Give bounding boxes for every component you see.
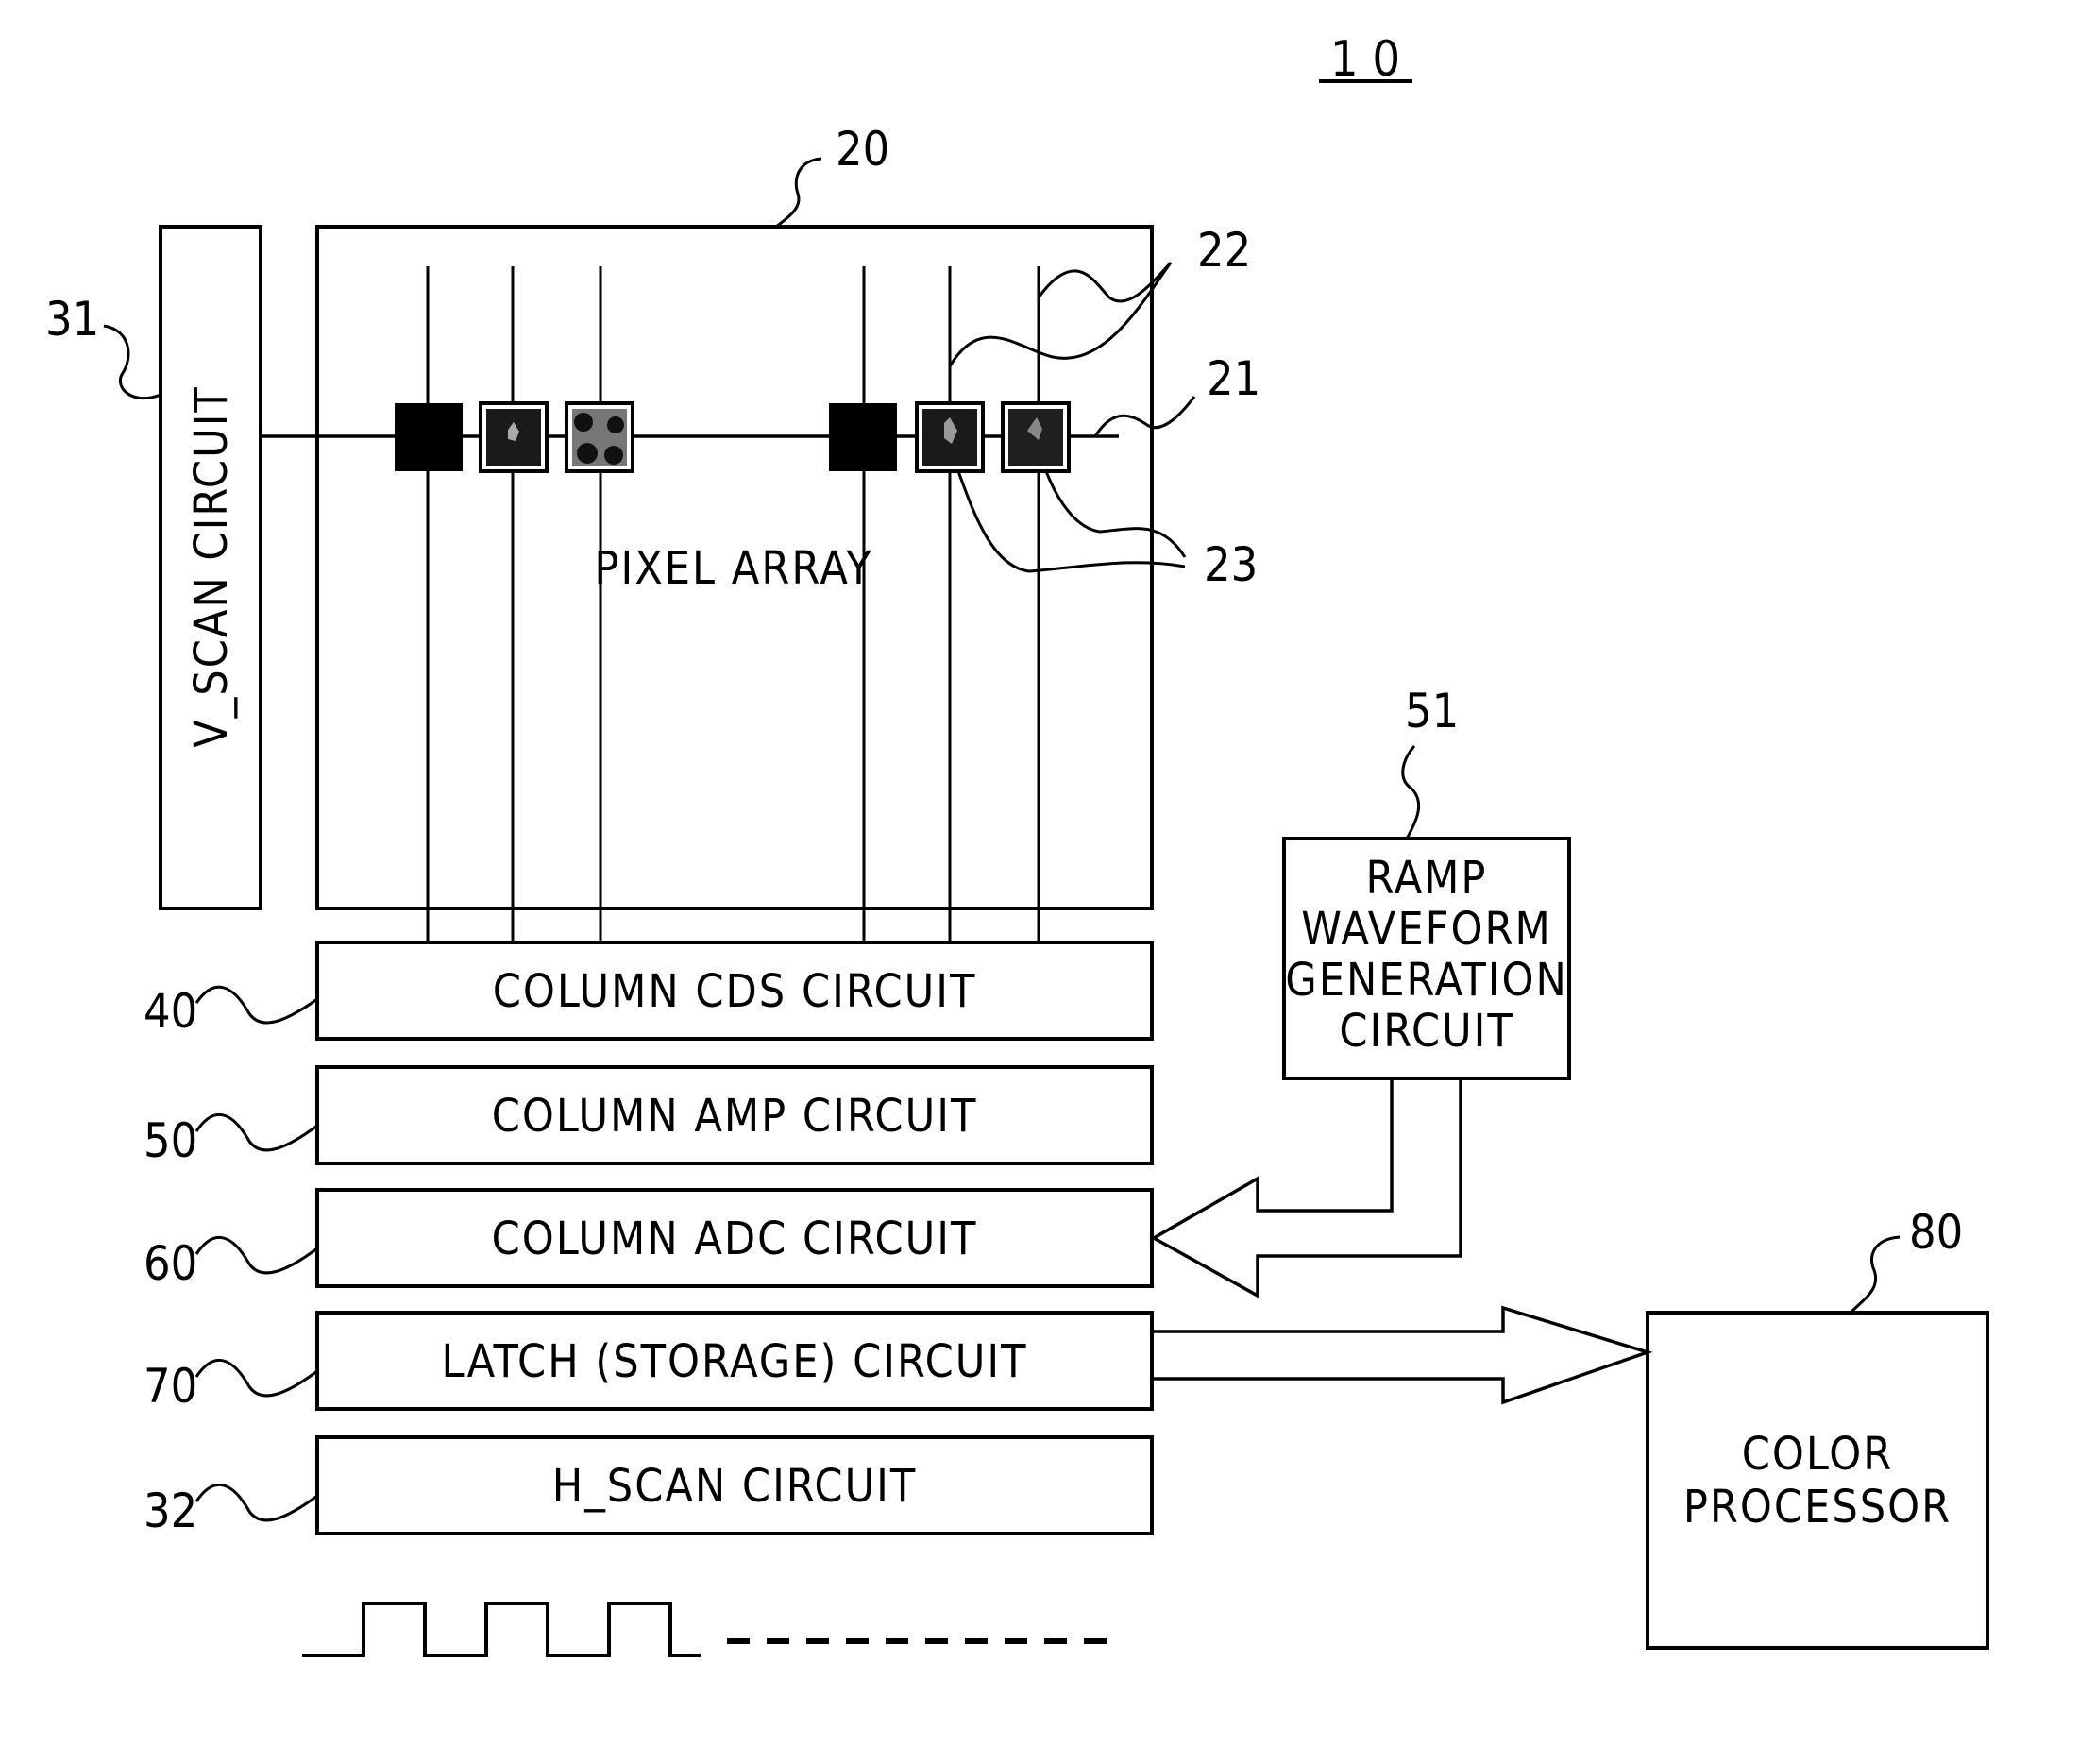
v-scan-leader xyxy=(103,324,161,400)
ramp-label-line-3: GENERATION xyxy=(1285,954,1568,1007)
h-scan-ref: 32 xyxy=(144,1484,197,1538)
pixel-array-leader xyxy=(775,157,822,229)
clock-pulses xyxy=(302,1602,701,1657)
pixel-black xyxy=(829,403,897,471)
v-scan-label: V_SCAN CIRCUIT xyxy=(185,385,238,748)
color-processor: COLOR PROCESSOR 80 xyxy=(1646,1205,1989,1650)
cds-leader xyxy=(194,985,318,1025)
ramp-label-line-2: WAVEFORM xyxy=(1301,903,1551,956)
cds-circuit: COLUMN CDS CIRCUIT 40 xyxy=(144,941,1154,1041)
pixel-ref: 23 xyxy=(1204,537,1258,592)
row-line-ref: 21 xyxy=(1207,351,1260,406)
cds-label: COLUMN CDS CIRCUIT xyxy=(493,965,977,1018)
latch-to-color-processor-arrow xyxy=(1152,1305,1653,1405)
ramp-to-adc-arrow xyxy=(1150,1078,1462,1298)
adc-circuit: COLUMN ADC CIRCUIT 60 xyxy=(144,1188,1154,1291)
pixel-array: 20 PIXEL ARRAY 22 21 23 xyxy=(261,122,1260,942)
ramp-leader xyxy=(1401,745,1421,840)
color-processor-label-line-1: COLOR xyxy=(1742,1428,1893,1481)
h-scan-leader xyxy=(194,1483,318,1522)
column-signal-lines xyxy=(426,266,1040,942)
pixel-array-label: PIXEL ARRAY xyxy=(594,542,872,595)
color-processor-ref: 80 xyxy=(1909,1205,1963,1260)
ramp-label-line-1: RAMP xyxy=(1366,852,1488,905)
pixel-leader xyxy=(1044,470,1187,558)
v-scan-ref: 31 xyxy=(45,292,99,347)
pixel-textured xyxy=(915,401,985,473)
column-line-leader xyxy=(948,262,1173,367)
amp-leader xyxy=(194,1112,318,1152)
ramp-label-line-4: CIRCUIT xyxy=(1339,1005,1513,1058)
latch-label: LATCH (STORAGE) CIRCUIT xyxy=(442,1335,1028,1388)
adc-leader xyxy=(194,1235,318,1275)
v-scan-circuit: V_SCAN CIRCUIT 31 xyxy=(45,225,262,910)
adc-ref: 60 xyxy=(144,1236,197,1291)
pixel-textured xyxy=(565,401,634,473)
row-line-leader xyxy=(1093,396,1196,437)
pixel-black xyxy=(395,403,463,471)
ramp-ref: 51 xyxy=(1405,684,1459,738)
color-processor-leader xyxy=(1849,1235,1901,1315)
color-processor-label-line-2: PROCESSOR xyxy=(1683,1481,1952,1534)
column-line-ref: 22 xyxy=(1197,223,1251,278)
amp-label: COLUMN AMP CIRCUIT xyxy=(492,1090,978,1143)
amp-ref: 50 xyxy=(144,1113,197,1168)
pixel-textured xyxy=(479,401,549,473)
latch-leader xyxy=(194,1358,318,1398)
h-scan-circuit: H_SCAN CIRCUIT 32 xyxy=(144,1435,1154,1538)
pixel-textured xyxy=(1001,401,1071,473)
amp-circuit: COLUMN AMP CIRCUIT 50 xyxy=(144,1065,1154,1168)
ramp-circuit: RAMP WAVEFORM GENERATION CIRCUIT 51 xyxy=(1282,684,1571,1080)
pixel-array-ref: 20 xyxy=(836,122,889,177)
cds-ref: 40 xyxy=(144,984,197,1039)
h-scan-clock-signal xyxy=(302,1602,1112,1657)
adc-label: COLUMN ADC CIRCUIT xyxy=(492,1213,978,1265)
latch-ref: 70 xyxy=(144,1359,197,1414)
h-scan-label: H_SCAN CIRCUIT xyxy=(552,1460,918,1513)
latch-circuit: LATCH (STORAGE) CIRCUIT 70 xyxy=(144,1311,1154,1414)
solid-state-imaging-device-diagram: 1 0 V_SCAN CIRCUIT 31 20 PIXEL ARRAY 22 … xyxy=(45,31,1989,1657)
